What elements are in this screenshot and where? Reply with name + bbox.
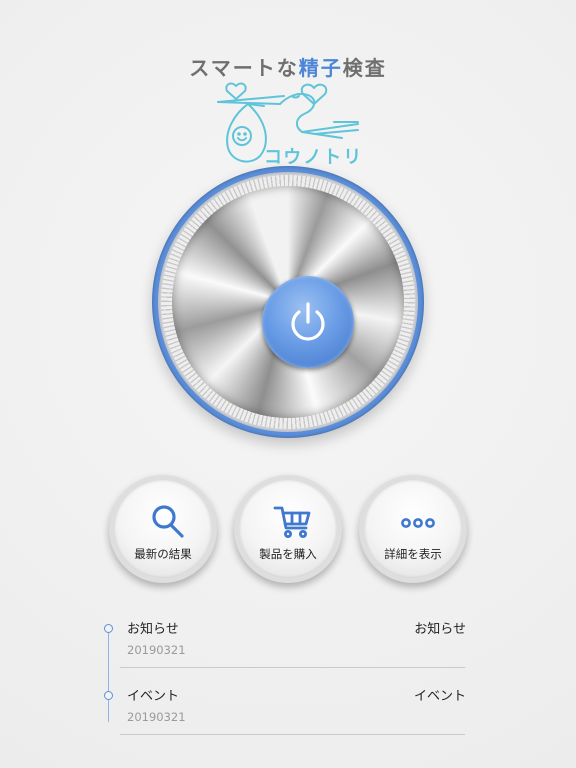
buy-product-face: 製品を購入 xyxy=(239,480,337,578)
timeline-dot xyxy=(104,624,113,633)
tagline-pre: スマートな xyxy=(189,56,299,80)
power-dial xyxy=(152,166,424,438)
news-item[interactable]: イベント イベント 20190321 xyxy=(100,685,470,747)
buy-product-label: 製品を購入 xyxy=(259,547,317,561)
more-dots-icon xyxy=(401,518,435,528)
show-details-face: 詳細を表示 xyxy=(364,480,462,578)
app-screen: スマートな精子検査 コウノトリ 最新の結果 製品を購入 詳細を表示 お知らせ お… xyxy=(0,0,576,768)
cart-icon xyxy=(273,506,311,538)
tagline: スマートな精子検査 xyxy=(0,52,576,81)
news-divider xyxy=(120,734,465,735)
news-date: 20190321 xyxy=(127,710,186,724)
latest-results-face: 最新の結果 xyxy=(114,480,212,578)
news-title: イベント xyxy=(127,689,180,704)
tagline-highlight: 精子 xyxy=(298,56,343,80)
latest-results-button[interactable]: 最新の結果 xyxy=(109,475,217,583)
power-button[interactable] xyxy=(262,276,354,368)
show-details-button[interactable]: 詳細を表示 xyxy=(359,475,467,583)
news-date: 20190321 xyxy=(127,643,186,657)
power-icon xyxy=(291,302,325,341)
latest-results-label: 最新の結果 xyxy=(134,547,192,561)
show-details-label: 詳細を表示 xyxy=(384,547,442,561)
news-category: お知らせ xyxy=(414,622,466,637)
buy-product-button[interactable]: 製品を購入 xyxy=(234,475,342,583)
news-item[interactable]: お知らせ お知らせ 20190321 xyxy=(100,618,470,680)
news-category: イベント xyxy=(413,689,466,704)
search-icon xyxy=(152,505,184,538)
tagline-post: 検査 xyxy=(342,56,387,80)
news-divider xyxy=(120,667,465,668)
logo-wordmark: コウノトリ xyxy=(264,147,364,168)
news-title: お知らせ xyxy=(127,622,179,637)
dial-face xyxy=(172,186,404,418)
timeline-dot xyxy=(104,691,113,700)
